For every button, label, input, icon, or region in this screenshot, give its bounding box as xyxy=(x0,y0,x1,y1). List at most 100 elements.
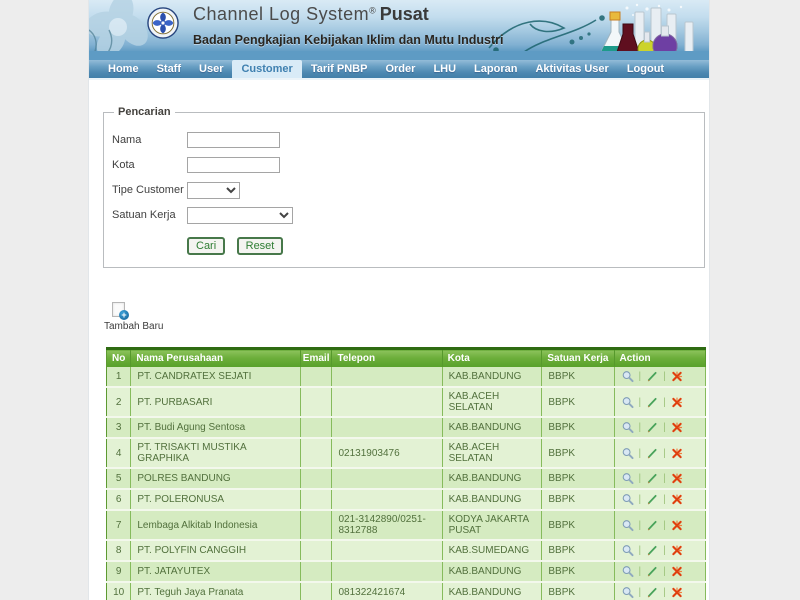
row-phone xyxy=(332,540,442,561)
edit-pencil-icon[interactable] xyxy=(645,370,659,383)
row-actions: | | xyxy=(614,510,706,540)
row-phone: 02131903476 xyxy=(332,438,442,468)
nav-item-aktivitas-user[interactable]: Aktivitas User xyxy=(526,60,617,78)
edit-pencil-icon[interactable] xyxy=(645,544,659,557)
nama-input[interactable] xyxy=(187,132,280,148)
delete-x-icon[interactable] xyxy=(670,370,684,383)
view-magnifier-icon[interactable] xyxy=(621,472,635,485)
nav-item-order[interactable]: Order xyxy=(376,60,424,78)
delete-x-icon[interactable] xyxy=(670,396,684,409)
nav-item-user[interactable]: User xyxy=(190,60,232,78)
app-title: Channel Log System xyxy=(193,4,369,24)
org-subtitle: Badan Pengkajian Kebijakan Iklim dan Mut… xyxy=(193,33,503,47)
cari-button[interactable]: Cari xyxy=(187,237,225,255)
row-phone xyxy=(332,387,442,417)
reset-button[interactable]: Reset xyxy=(237,237,284,255)
view-magnifier-icon[interactable] xyxy=(621,565,635,578)
row-city: KODYA JAKARTA PUSAT xyxy=(442,510,542,540)
row-company-name: PT. POLERONUSA xyxy=(131,489,300,510)
row-city: KAB.BANDUNG xyxy=(442,561,542,582)
row-phone xyxy=(332,367,442,387)
view-magnifier-icon[interactable] xyxy=(621,519,635,532)
view-magnifier-icon[interactable] xyxy=(621,447,635,460)
nav-item-logout[interactable]: Logout xyxy=(618,60,673,78)
row-phone xyxy=(332,489,442,510)
row-unit: BBPK xyxy=(542,540,614,561)
table-row: 6 PT. POLERONUSA KAB.BANDUNG BBPK | | xyxy=(107,489,706,510)
row-unit: BBPK xyxy=(542,367,614,387)
edit-pencil-icon[interactable] xyxy=(645,586,659,599)
nav-item-home[interactable]: Home xyxy=(99,60,148,78)
row-no: 6 xyxy=(107,489,131,510)
edit-pencil-icon[interactable] xyxy=(645,519,659,532)
row-actions: | | xyxy=(614,561,706,582)
col-email: Email xyxy=(300,349,332,368)
tipe-customer-label: Tipe Customer xyxy=(112,184,187,196)
row-company-name: PT. JATAYUTEX xyxy=(131,561,300,582)
add-new-button[interactable]: + Tambah Baru xyxy=(104,302,160,332)
row-email xyxy=(300,582,332,600)
page-title: Channel Log System®Pusat xyxy=(193,4,429,25)
row-phone: 021-3142890/0251-8312788 xyxy=(332,510,442,540)
view-magnifier-icon[interactable] xyxy=(621,370,635,383)
delete-x-icon[interactable] xyxy=(670,519,684,532)
nav-item-lhu[interactable]: LHU xyxy=(424,60,465,78)
delete-x-icon[interactable] xyxy=(670,586,684,599)
view-magnifier-icon[interactable] xyxy=(621,544,635,557)
delete-x-icon[interactable] xyxy=(670,447,684,460)
row-actions: | | xyxy=(614,582,706,600)
delete-x-icon[interactable] xyxy=(670,493,684,506)
kota-input[interactable] xyxy=(187,157,280,173)
row-no: 4 xyxy=(107,438,131,468)
nav-item-tarif-pnbp[interactable]: Tarif PNBP xyxy=(302,60,377,78)
row-no: 7 xyxy=(107,510,131,540)
edit-pencil-icon[interactable] xyxy=(645,565,659,578)
row-company-name: PT. Budi Agung Sentosa xyxy=(131,417,300,438)
table-header-row: No Nama Perusahaan Email Telepon Kota Sa… xyxy=(107,349,706,368)
row-unit: BBPK xyxy=(542,438,614,468)
banner-bottom-band xyxy=(89,51,709,60)
table-row: 2 PT. PURBASARI KAB.ACEH SELATAN BBPK | … xyxy=(107,387,706,417)
row-phone xyxy=(332,417,442,438)
nav-item-laporan[interactable]: Laporan xyxy=(465,60,526,78)
table-row: 8 PT. POLYFIN CANGGIH KAB.SUMEDANG BBPK … xyxy=(107,540,706,561)
edit-pencil-icon[interactable] xyxy=(645,447,659,460)
delete-x-icon[interactable] xyxy=(670,544,684,557)
row-phone xyxy=(332,561,442,582)
row-city: KAB.BANDUNG xyxy=(442,582,542,600)
delete-x-icon[interactable] xyxy=(670,472,684,485)
row-phone xyxy=(332,468,442,489)
table-row: 3 PT. Budi Agung Sentosa KAB.BANDUNG BBP… xyxy=(107,417,706,438)
row-no: 8 xyxy=(107,540,131,561)
table-row: 1 PT. CANDRATEX SEJATI KAB.BANDUNG BBPK … xyxy=(107,367,706,387)
content-area: Pencarian Nama Kota Tipe Customer Satuan… xyxy=(89,106,709,600)
view-magnifier-icon[interactable] xyxy=(621,493,635,506)
row-actions: | | xyxy=(614,540,706,561)
row-no: 3 xyxy=(107,417,131,438)
registered-mark: ® xyxy=(369,6,376,16)
satuan-kerja-select[interactable] xyxy=(187,207,293,224)
row-no: 10 xyxy=(107,582,131,600)
edit-pencil-icon[interactable] xyxy=(645,421,659,434)
table-row: 5 POLRES BANDUNG KAB.BANDUNG BBPK | | xyxy=(107,468,706,489)
row-company-name: Lembaga Alkitab Indonesia xyxy=(131,510,300,540)
row-city: KAB.BANDUNG xyxy=(442,417,542,438)
edit-pencil-icon[interactable] xyxy=(645,472,659,485)
col-telepon: Telepon xyxy=(332,349,442,368)
view-magnifier-icon[interactable] xyxy=(621,421,635,434)
nav-item-customer[interactable]: Customer xyxy=(232,60,301,78)
edit-pencil-icon[interactable] xyxy=(645,396,659,409)
page-container: Channel Log System®Pusat Badan Pengkajia… xyxy=(88,0,710,600)
nav-item-staff[interactable]: Staff xyxy=(148,60,190,78)
tipe-customer-select[interactable] xyxy=(187,182,240,199)
row-actions: | | xyxy=(614,367,706,387)
delete-x-icon[interactable] xyxy=(670,421,684,434)
row-email xyxy=(300,510,332,540)
row-email xyxy=(300,367,332,387)
view-magnifier-icon[interactable] xyxy=(621,396,635,409)
delete-x-icon[interactable] xyxy=(670,565,684,578)
col-kota: Kota xyxy=(442,349,542,368)
edit-pencil-icon[interactable] xyxy=(645,493,659,506)
view-magnifier-icon[interactable] xyxy=(621,586,635,599)
table-body: 1 PT. CANDRATEX SEJATI KAB.BANDUNG BBPK … xyxy=(107,367,706,600)
